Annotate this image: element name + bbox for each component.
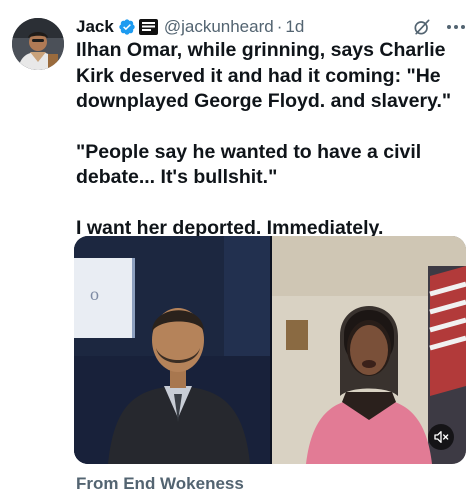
- avatar[interactable]: [12, 18, 64, 70]
- tweet-paragraph: "People say he wanted to have a civil de…: [76, 140, 422, 189]
- affiliate-badge[interactable]: [138, 19, 158, 35]
- speaker-muted-icon: [434, 431, 449, 443]
- avatar-image: [12, 18, 64, 70]
- video-frame: [74, 236, 466, 464]
- video-player[interactable]: o: [74, 236, 466, 464]
- separator-dot: ·: [276, 17, 283, 36]
- grok-icon[interactable]: [412, 17, 432, 37]
- affiliate-badge-icon: [139, 20, 157, 33]
- post-time[interactable]: 1d: [285, 17, 304, 37]
- author-name[interactable]: Jack: [76, 17, 114, 37]
- studio-screen-text: o: [90, 284, 99, 304]
- more-icon[interactable]: [446, 17, 466, 37]
- verified-icon: [119, 19, 135, 35]
- tweet-header: Jack @jackunheard · 1d: [76, 14, 466, 40]
- tweet-paragraph: Ilhan Omar, while grinning, says Charlie…: [76, 39, 452, 112]
- tweet-body: Ilhan Omar, while grinning, says Charlie…: [76, 38, 468, 241]
- media-source-label[interactable]: From End Wokeness: [76, 474, 244, 494]
- author-handle[interactable]: @jackunheard: [164, 17, 274, 37]
- mute-button[interactable]: [428, 424, 454, 450]
